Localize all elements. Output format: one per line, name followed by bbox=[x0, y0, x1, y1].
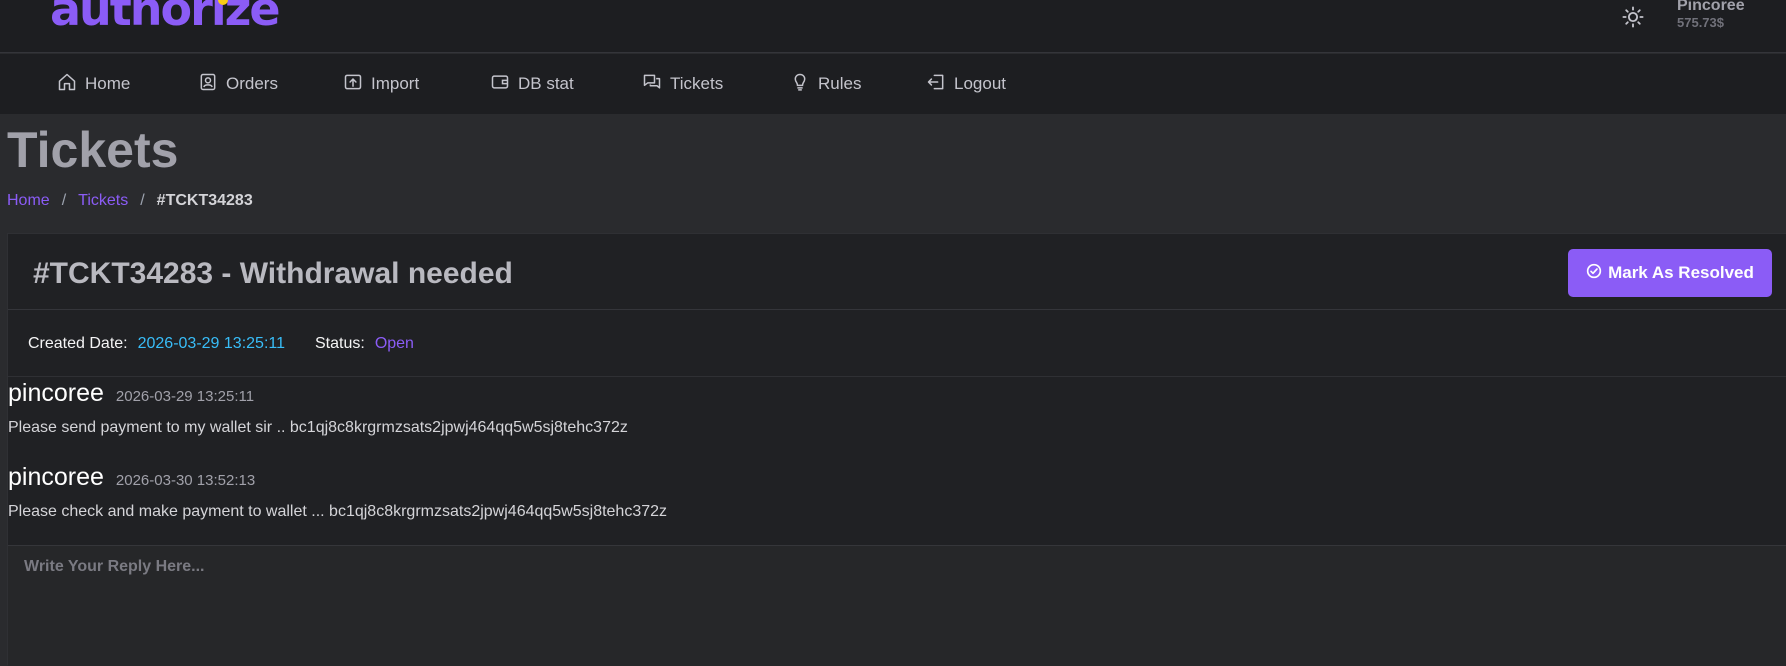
status-badge: Open bbox=[374, 334, 414, 352]
ticket-header: #TCKT34283 - Withdrawal needed Mark As R… bbox=[8, 234, 1786, 310]
ticket-meta: Created Date: 2026-03-29 13:25:11 Status… bbox=[8, 311, 1786, 377]
breadcrumb-separator: / bbox=[61, 192, 67, 209]
nav-item-tickets[interactable]: Tickets bbox=[642, 54, 723, 114]
message-text: Please check and make payment to wallet … bbox=[8, 503, 668, 520]
nav-label: Rules bbox=[818, 74, 862, 93]
nav-item-orders[interactable]: Orders bbox=[198, 54, 278, 114]
ticket-title: #TCKT34283 - Withdrawal needed bbox=[33, 257, 513, 290]
logout-icon bbox=[926, 72, 954, 97]
nav-label: Orders bbox=[226, 74, 278, 93]
nav-label: Import bbox=[371, 74, 420, 93]
logo[interactable]: authorize bbox=[50, 0, 281, 32]
breadcrumb-home[interactable]: Home bbox=[7, 191, 50, 211]
nav-item-rules[interactable]: Rules bbox=[790, 54, 861, 114]
nav-item-logout[interactable]: Logout bbox=[926, 54, 1006, 114]
nav-label: Home bbox=[85, 74, 131, 93]
nav-item-import[interactable]: Import bbox=[343, 54, 419, 114]
import-icon bbox=[343, 72, 371, 97]
page-title: Tickets bbox=[7, 122, 179, 178]
message-time: 2026-03-30 13:52:13 bbox=[115, 472, 256, 489]
nav-item-home[interactable]: Home bbox=[57, 54, 130, 114]
sun-icon[interactable] bbox=[1620, 4, 1646, 30]
nav-label: Logout bbox=[954, 74, 1006, 93]
message-item: pincoree 2026-03-30 13:52:13 Please chec… bbox=[8, 462, 667, 522]
top-bar: authorize Pincoree 575.73$ bbox=[0, 0, 1786, 53]
breadcrumb: Home / Tickets / #TCKT34283 bbox=[7, 191, 253, 211]
breadcrumb-separator: / bbox=[140, 192, 145, 209]
user-menu[interactable]: Pincoree 575.73$ bbox=[1677, 0, 1745, 31]
reply-input[interactable] bbox=[8, 545, 1786, 666]
breadcrumb-tickets[interactable]: Tickets bbox=[78, 191, 128, 211]
wallet-icon bbox=[490, 72, 518, 97]
ticket-card: #TCKT34283 - Withdrawal needed Mark As R… bbox=[7, 233, 1786, 666]
mark-resolved-label: Mark As Resolved bbox=[1608, 263, 1754, 282]
message-item: pincoree 2026-03-29 13:25:11 Please send… bbox=[8, 378, 628, 438]
nav-label: DB stat bbox=[518, 74, 574, 93]
lightbulb-icon bbox=[790, 72, 818, 97]
message-header: pincoree 2026-03-30 13:52:13 bbox=[8, 462, 667, 492]
orders-icon bbox=[198, 72, 226, 97]
check-circle-icon bbox=[1586, 263, 1608, 284]
user-name: Pincoree bbox=[1677, 0, 1745, 14]
message-author: pincoree bbox=[8, 463, 104, 491]
status-label: Status: bbox=[315, 334, 365, 352]
nav-label: Tickets bbox=[670, 74, 724, 93]
main-nav: Home Orders Import DB stat Tickets Rules bbox=[0, 54, 1786, 114]
breadcrumb-current: #TCKT34283 bbox=[156, 192, 253, 209]
message-text: Please send payment to my wallet sir .. … bbox=[8, 419, 628, 436]
nav-item-db-stat[interactable]: DB stat bbox=[490, 54, 574, 114]
message-author: pincoree bbox=[8, 379, 104, 407]
mark-resolved-button[interactable]: Mark As Resolved bbox=[1568, 249, 1772, 297]
message-header: pincoree 2026-03-29 13:25:11 bbox=[8, 378, 628, 408]
created-date-label: Created Date: bbox=[28, 334, 128, 352]
chat-icon bbox=[642, 72, 670, 97]
user-balance: 575.73$ bbox=[1677, 15, 1724, 30]
home-icon bbox=[57, 72, 85, 97]
message-time: 2026-03-29 13:25:11 bbox=[115, 388, 255, 405]
created-date-value: 2026-03-29 13:25:11 bbox=[137, 334, 285, 352]
